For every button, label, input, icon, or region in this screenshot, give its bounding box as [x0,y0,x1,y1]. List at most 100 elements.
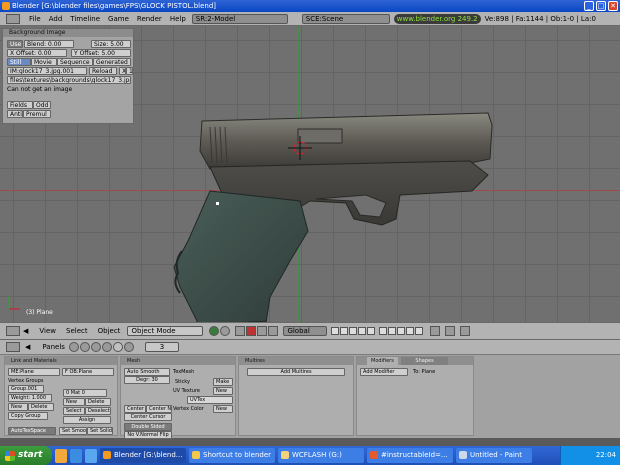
double-sided-toggle[interactable]: Double Sided [124,423,172,431]
vgroup-delete-button[interactable]: Delete [28,403,54,411]
orientation-selector[interactable]: Global [283,326,328,336]
buttons-window: ◀ Panels 3 Link and Materials ME:Plane F… [0,340,620,439]
tab-shapes[interactable]: Shapes [401,357,448,365]
quicklaunch-desktop-icon[interactable] [85,448,97,463]
add-modifier-button[interactable]: Add Modifier [360,368,408,376]
screen-selector[interactable]: SR:2-Model [191,13,288,24]
center-new-button[interactable]: Center New [146,405,172,413]
scene-selector[interactable]: SCE:Scene [301,13,390,24]
editing-context-icon[interactable] [112,342,123,352]
mode-selector[interactable]: Object Mode [127,326,204,336]
menu-help[interactable]: Help [166,15,190,23]
center-cursor-button[interactable]: Center Cursor [124,413,172,421]
logic-context-icon[interactable] [68,342,79,352]
material-new-button[interactable]: New [63,398,85,406]
tab-still[interactable]: Still [7,58,31,66]
editor-type-icon[interactable] [6,326,20,336]
image-name-field[interactable]: IM:glock17_3.jpg.001 [7,67,87,75]
editor-type-icon[interactable] [6,342,20,352]
center-button[interactable]: Center [124,405,146,413]
render-preview-icon[interactable] [445,326,456,336]
use-toggle[interactable]: Use [7,40,23,48]
task-blender[interactable]: Blender [G:\blend... [100,448,186,463]
size-field[interactable]: Size: 5.00 [91,40,131,48]
translate-manipulator-icon[interactable] [246,326,257,336]
tab-movie[interactable]: Movie [31,58,57,66]
vgroup-new-button[interactable]: New [8,403,28,411]
unlink-image-button[interactable]: X [119,67,126,75]
quicklaunch-ie-icon[interactable] [70,448,82,463]
3d-viewport[interactable]: Background Image Use Blend: 0.00 Size: 5… [0,26,620,322]
autotexspace-toggle[interactable]: AutoTexSpace [8,427,56,435]
menu-add[interactable]: Add [45,15,67,23]
reload-button[interactable]: Reload [89,67,117,75]
material-delete-button[interactable]: Delete [85,398,111,406]
x-offset-field[interactable]: X Offset: 0.00 [7,49,67,57]
assign-button[interactable]: Assign [63,416,111,424]
object-context-icon[interactable] [101,342,112,352]
auto-smooth-toggle[interactable]: Auto Smooth [124,368,170,376]
start-button[interactable]: start [0,446,52,465]
layer-buttons[interactable] [331,327,424,335]
tab-sequence[interactable]: Sequence [57,58,93,66]
set-smooth-button[interactable]: Set Smooth [59,427,87,435]
camera-view-icon[interactable] [460,326,471,336]
collapse-triangle-icon[interactable]: ◀ [23,327,28,335]
background-image-panel: Background Image Use Blend: 0.00 Size: 5… [2,28,134,124]
menu-file[interactable]: File [25,15,45,23]
no-vnormal-flip-toggle[interactable]: No V.Normal Flip [124,431,172,439]
editor-type-icon[interactable] [6,13,20,24]
menu-select[interactable]: Select [61,327,93,335]
website-link[interactable]: www.blender.org 249.2 [393,13,481,24]
scale-manipulator-icon[interactable] [268,326,279,336]
hand-tool-icon[interactable] [235,326,246,336]
vcol-new-button[interactable]: New [213,405,233,413]
odd-toggle[interactable]: Odd [33,101,51,109]
set-solid-button[interactable]: Set Solid [87,427,113,435]
y-offset-field[interactable]: Y Offset: 5.00 [71,49,131,57]
minimize-button[interactable]: _ [584,1,594,11]
sticky-make-button[interactable]: Make [213,378,233,386]
material-select-button[interactable]: Select [63,407,85,415]
maximize-button[interactable]: □ [596,1,606,11]
premul-toggle[interactable]: Premul [23,110,51,118]
close-button[interactable]: ✕ [608,1,618,11]
menu-view[interactable]: View [34,327,61,335]
frame-field[interactable]: 3 [144,342,179,352]
menu-object[interactable]: Object [93,327,126,335]
quicklaunch-browser-icon[interactable] [55,448,67,463]
rotate-manipulator-icon[interactable] [257,326,268,336]
tray-clock[interactable]: 22:04 [596,451,616,459]
scene-context-icon[interactable] [123,342,134,352]
mesh-name-field[interactable]: ME:Plane [8,368,60,376]
menu-render[interactable]: Render [133,15,166,23]
script-context-icon[interactable] [79,342,90,352]
tab-modifiers[interactable]: Modifiers [367,357,398,365]
task-wcflash[interactable]: WCFLASH (G:) [278,448,364,463]
degr-field[interactable]: Degr: 30 [124,376,170,384]
task-shortcut[interactable]: Shortcut to blender [189,448,275,463]
menu-timeline[interactable]: Timeline [66,15,104,23]
draw-type-icon[interactable] [209,326,220,336]
object-name-field[interactable]: F OB:Plane [62,368,114,376]
anti-toggle[interactable]: Anti [7,110,23,118]
material-index-field[interactable]: 0 Mat 0 [63,389,107,397]
lock-layers-icon[interactable] [430,326,441,336]
add-multires-button[interactable]: Add Multires [247,368,345,376]
weight-field[interactable]: Weight: 1.000 [8,394,52,402]
uvtex-field[interactable]: UVTex [187,396,233,404]
fields-toggle[interactable]: Fields [7,101,33,109]
menu-game[interactable]: Game [104,15,133,23]
tab-generated[interactable]: Generated [93,58,131,66]
collapse-triangle-icon[interactable]: ◀ [25,343,30,351]
copy-group-button[interactable]: Copy Group [8,412,48,420]
pivot-icon[interactable] [220,326,231,336]
task-instructables[interactable]: #instructableId=... [367,448,453,463]
task-paint[interactable]: Untitled - Paint [456,448,532,463]
blend-field[interactable]: Blend: 0.00 [24,40,74,48]
uv-new-button[interactable]: New [213,387,233,395]
shading-context-icon[interactable] [90,342,101,352]
image-path-field[interactable]: files\textures\backgrounds\glock17_3.jpg [7,76,131,84]
vertex-group-field[interactable]: Group.001 [8,385,44,393]
material-deselect-button[interactable]: Deselect [85,407,111,415]
